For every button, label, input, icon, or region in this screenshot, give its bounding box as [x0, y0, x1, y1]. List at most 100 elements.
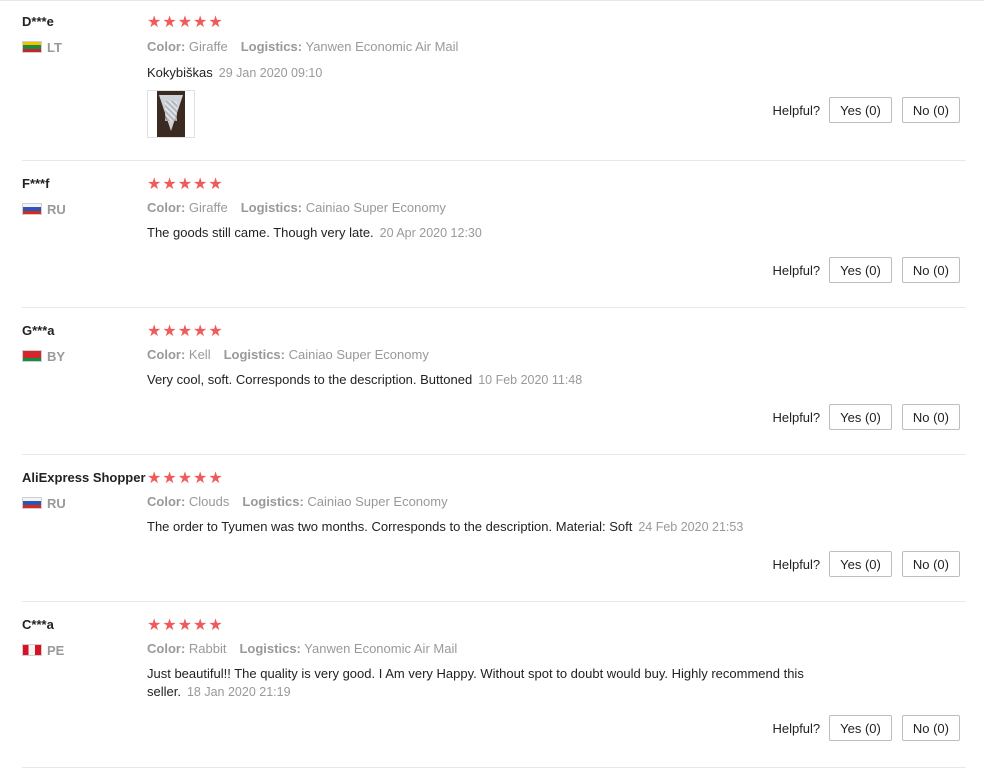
star-rating: ★ ★ ★ ★ ★	[147, 323, 223, 339]
review-date: 20 Apr 2020 12:30	[379, 226, 482, 240]
helpful-label: Helpful?	[772, 262, 821, 278]
helpful-label: Helpful?	[772, 409, 821, 425]
reviewer-country: PE	[22, 642, 65, 658]
review-content: The goods still came. Though very late. 2…	[147, 224, 847, 242]
logistics-label: Logistics:	[240, 39, 303, 54]
helpful-vote: Helpful? Yes (0) No (0)	[772, 551, 960, 577]
review-date: 24 Feb 2020 21:53	[638, 520, 744, 534]
color-label: Color:	[147, 39, 186, 54]
star-icon: ★	[193, 321, 208, 340]
star-icon: ★	[177, 12, 193, 31]
color-label: Color:	[147, 494, 186, 509]
product-photo-image	[157, 91, 185, 137]
helpful-no-button[interactable]: No (0)	[901, 97, 960, 123]
helpful-label: Helpful?	[772, 720, 821, 736]
helpful-yes-button[interactable]: Yes (0)	[829, 715, 892, 741]
logistics-value: Cainiao Super Economy	[288, 347, 429, 362]
star-rating: ★ ★ ★ ★ ★	[147, 14, 223, 30]
review-item: D***e LT ★ ★ ★ ★ ★ Color: Giraffe Logistics: …	[22, 0, 966, 161]
country-code: BY	[47, 348, 66, 364]
peru-flag-icon	[22, 644, 42, 656]
review-item: F***f RU ★ ★ ★ ★ ★ Color: Giraffe Logistics: …	[22, 161, 966, 308]
review-content: Kokybiškas 29 Jan 2020 09:10	[147, 64, 847, 82]
helpful-vote: Helpful? Yes (0) No (0)	[772, 257, 960, 283]
helpful-vote: Helpful? Yes (0) No (0)	[772, 404, 960, 430]
review-text: The order to Tyumen was two months. Corr…	[147, 519, 633, 534]
logistics-value: Yanwen Economic Air Mail	[305, 39, 459, 54]
star-icon: ★	[177, 174, 193, 193]
review-text: The goods still came. Though very late.	[147, 225, 374, 240]
star-icon: ★	[193, 12, 208, 31]
logistics-label: Logistics:	[242, 494, 304, 509]
logistics-label: Logistics:	[239, 641, 301, 656]
color-label: Color:	[147, 641, 186, 656]
star-icon: ★	[177, 321, 193, 340]
color-value: Giraffe	[188, 39, 228, 54]
color-value: Clouds	[188, 494, 230, 509]
star-icon: ★	[193, 174, 208, 193]
star-icon: ★	[162, 615, 177, 634]
review-item: G***a BY ★ ★ ★ ★ ★ Color: Kell Logistics: Cai…	[22, 308, 966, 455]
helpful-label: Helpful?	[772, 102, 821, 118]
review-date: 29 Jan 2020 09:10	[218, 66, 323, 80]
country-code: RU	[47, 495, 66, 511]
star-icon: ★	[193, 468, 208, 487]
star-icon: ★	[177, 468, 193, 487]
color-label: Color:	[147, 347, 186, 362]
star-icon: ★	[147, 468, 162, 487]
star-icon: ★	[193, 615, 208, 634]
country-code: PE	[47, 642, 65, 658]
reviewer-country: RU	[22, 495, 66, 511]
logistics-value: Cainiao Super Economy	[307, 494, 448, 509]
star-icon: ★	[162, 174, 177, 193]
reviewer-country: RU	[22, 201, 66, 217]
helpful-vote: Helpful? Yes (0) No (0)	[772, 97, 960, 123]
star-icon: ★	[162, 468, 177, 487]
review-photo-thumbnail[interactable]	[147, 90, 195, 138]
star-rating: ★ ★ ★ ★ ★	[147, 617, 223, 633]
helpful-yes-button[interactable]: Yes (0)	[829, 404, 892, 430]
star-icon: ★	[147, 12, 162, 31]
logistics-label: Logistics:	[240, 200, 303, 215]
helpful-yes-button[interactable]: Yes (0)	[829, 257, 892, 283]
star-icon: ★	[208, 174, 223, 193]
helpful-yes-button[interactable]: Yes (0)	[829, 551, 892, 577]
review-meta: Color: Kell Logistics: Cainiao Super Econ…	[147, 347, 429, 362]
reviewer-name: D***e	[22, 14, 54, 29]
star-icon: ★	[208, 615, 223, 634]
star-rating: ★ ★ ★ ★ ★	[147, 470, 223, 486]
feedback-list: D***e LT ★ ★ ★ ★ ★ Color: Giraffe Logistics: …	[0, 0, 984, 770]
helpful-no-button[interactable]: No (0)	[901, 257, 960, 283]
lithuania-flag-icon	[22, 41, 42, 53]
helpful-yes-button[interactable]: Yes (0)	[829, 97, 892, 123]
star-icon: ★	[162, 321, 177, 340]
review-meta: Color: Giraffe Logistics: Cainiao Super E…	[147, 200, 446, 215]
star-icon: ★	[162, 12, 177, 31]
star-icon: ★	[208, 321, 223, 340]
country-code: RU	[47, 201, 66, 217]
reviewer-name: AliExpress Shopper	[22, 470, 146, 485]
star-rating: ★ ★ ★ ★ ★	[147, 176, 223, 192]
review-item: C***a PE ★ ★ ★ ★ ★ Color: Rabbit Logistics: Y…	[22, 602, 966, 768]
reviewer-name: G***a	[22, 323, 55, 338]
review-date: 18 Jan 2020 21:19	[186, 685, 291, 699]
color-label: Color:	[147, 200, 186, 215]
russia-flag-icon	[22, 203, 42, 215]
helpful-no-button[interactable]: No (0)	[901, 404, 960, 430]
review-text: Kokybiškas	[147, 65, 213, 80]
star-icon: ★	[177, 615, 193, 634]
helpful-no-button[interactable]: No (0)	[901, 715, 960, 741]
reviewer-name: F***f	[22, 176, 50, 191]
logistics-value: Yanwen Economic Air Mail	[304, 641, 458, 656]
reviewer-country: LT	[22, 40, 62, 55]
review-content: Just beautiful!! The quality is very goo…	[147, 665, 847, 701]
star-icon: ★	[208, 468, 223, 487]
review-item: AliExpress Shopper RU ★ ★ ★ ★ ★ Color: Cloud…	[22, 455, 966, 602]
logistics-value: Cainiao Super Economy	[305, 200, 446, 215]
helpful-no-button[interactable]: No (0)	[901, 551, 960, 577]
color-value: Rabbit	[188, 641, 227, 656]
review-content: The order to Tyumen was two months. Corr…	[147, 518, 847, 536]
review-content: Very cool, soft. Corresponds to the desc…	[147, 371, 847, 389]
helpful-label: Helpful?	[772, 556, 821, 572]
russia-flag-icon	[22, 497, 42, 509]
